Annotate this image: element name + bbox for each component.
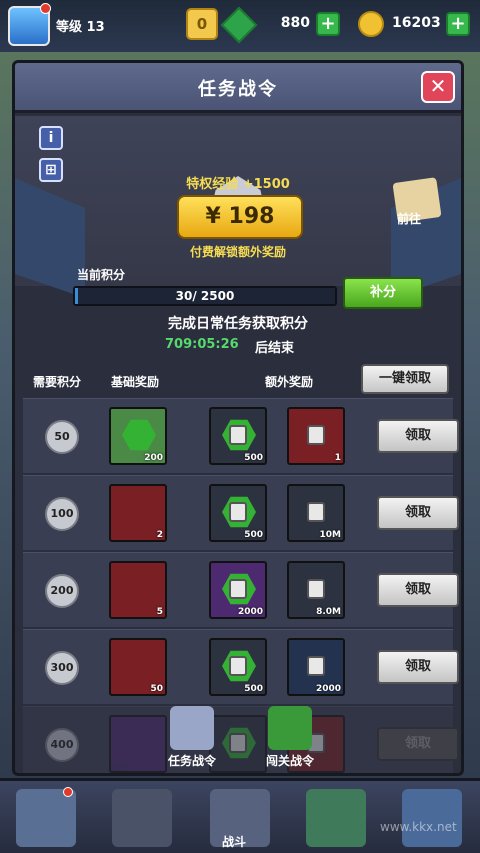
required-points-badge: 200 [45,574,79,608]
purchase-button[interactable]: ¥ 198 [177,195,303,239]
gem-icon [220,6,258,44]
basic-reward-item[interactable]: 50 [109,638,167,696]
score-progress-text: 30/ 2500 [175,289,235,303]
col-header-basic: 基础奖励 [111,375,160,389]
basic-reward-count: 2 [156,530,163,540]
claim-all-button[interactable]: 一键领取 [361,364,449,394]
extra-reward-count: 1 [334,453,341,463]
lock-icon [229,579,247,599]
top-bar: 等级 13 0 880 + 16203 + [0,0,480,52]
add-coins-button[interactable]: + [446,12,470,36]
nav-battle-label: 战斗 [222,835,247,849]
lock-icon [307,579,325,599]
basic-reward-count: 5 [156,607,163,617]
nav-castle-icon[interactable] [306,789,366,847]
lock-icon [229,733,247,753]
gem-icon [122,419,156,451]
tab-task-pass[interactable]: 任务战令 [160,706,224,769]
basic-reward-item[interactable]: 5 [109,561,167,619]
lock-icon [229,656,247,676]
stage-pass-icon [268,706,312,750]
required-points-badge: 300 [45,651,79,685]
extra-reward-count: 2000 [315,684,341,694]
add-gems-button[interactable]: + [316,12,340,36]
daily-task-text: 完成日常任务获取积分 [168,316,308,332]
extra-reward-count: 500 [244,453,263,463]
level-text: 等级 13 [56,20,105,35]
required-points-badge: 100 [45,497,79,531]
lock-icon [229,425,247,445]
lock-icon [229,502,247,522]
extra-reward-item[interactable]: 2000 [287,638,345,696]
reward-row: 100 2 500 10M 领取 [23,475,459,550]
basic-reward-item[interactable]: 200 [109,407,167,465]
panel-header: 任务战令 ✕ [15,63,461,113]
tab-stage-pass[interactable]: 闯关战令 [258,706,322,769]
col-header-extra: 额外奖励 [265,375,314,389]
info-button[interactable]: i [39,126,63,150]
basic-reward-item[interactable] [109,715,167,773]
basic-reward-count: 50 [150,684,163,694]
lock-icon [307,656,325,676]
bottom-nav: 战斗 [0,778,480,853]
battle-pass-panel: 任务战令 ✕ i ⊞ 前往 特权经验 +1500 ¥ 198 付费解锁额外奖励 … [12,60,464,776]
extra-reward-item[interactable]: 10M [287,484,345,542]
nav-hero-icon[interactable] [16,789,76,847]
extra-reward-count: 2000 [237,607,263,617]
gem-currency-value: 880 [280,15,310,31]
notification-dot [40,3,51,14]
extra-reward-item[interactable]: 8.0M [287,561,345,619]
current-score-label: 当前积分 [77,268,126,282]
unlock-extra-text: 付费解锁额外奖励 [189,245,286,259]
reward-list: 50 200 500 1 领取 100 2 500 10M 领取 200 5 2… [23,398,459,773]
extra-reward-count: 500 [244,684,263,694]
countdown-timer: 709:05:26 [165,337,239,352]
extra-reward-item[interactable]: 500 [209,484,267,542]
nav-chest-icon[interactable] [402,789,462,847]
lock-icon [307,425,325,445]
close-button[interactable]: ✕ [421,71,455,103]
claim-button[interactable]: 领取 [377,650,459,684]
goto-label[interactable]: 前往 [397,210,421,227]
extra-reward-item[interactable]: 1 [287,407,345,465]
tab-task-pass-label: 任务战令 [167,754,216,768]
claim-button[interactable]: 领取 [377,573,459,607]
reward-row: 200 5 2000 8.0M 领取 [23,552,459,627]
required-points-badge: 50 [45,420,79,454]
reward-row: 50 200 500 1 领取 [23,398,459,473]
required-points-badge: 400 [45,728,79,762]
tab-stage-pass-label: 闯关战令 [265,754,314,768]
extra-reward-item[interactable]: 2000 [209,561,267,619]
basic-reward-item[interactable]: 2 [109,484,167,542]
nav-pet-icon[interactable] [112,789,172,847]
extra-reward-count: 10M [319,530,341,540]
supplement-points-button[interactable]: 补分 [343,277,423,309]
extra-reward-count: 500 [244,530,263,540]
vip-crown-icon[interactable]: 0 [186,8,218,40]
col-header-points: 需要积分 [33,375,82,389]
extra-reward-item[interactable]: 500 [209,638,267,696]
extra-reward-count: 8.0M [316,607,341,617]
xp-bonus-text: 特权经验 +1500 [186,177,290,192]
extra-reward-item[interactable]: 500 [209,407,267,465]
basic-reward-count: 200 [144,453,163,463]
task-pass-icon [170,706,214,750]
banner-left [15,178,85,298]
end-label: 后结束 [255,341,295,356]
coin-icon [358,11,384,37]
reward-row: 400 领取 [23,706,459,773]
claim-button[interactable]: 领取 [377,727,459,761]
watermark: www.kkx.net [380,820,457,834]
claim-button[interactable]: 领取 [377,419,459,453]
nav-notification-dot [63,787,73,797]
panel-title: 任务战令 [198,79,278,100]
claim-button[interactable]: 领取 [377,496,459,530]
lock-icon [307,502,325,522]
coin-currency-value: 16203 [392,15,441,31]
reward-row: 300 50 500 2000 领取 [23,629,459,704]
